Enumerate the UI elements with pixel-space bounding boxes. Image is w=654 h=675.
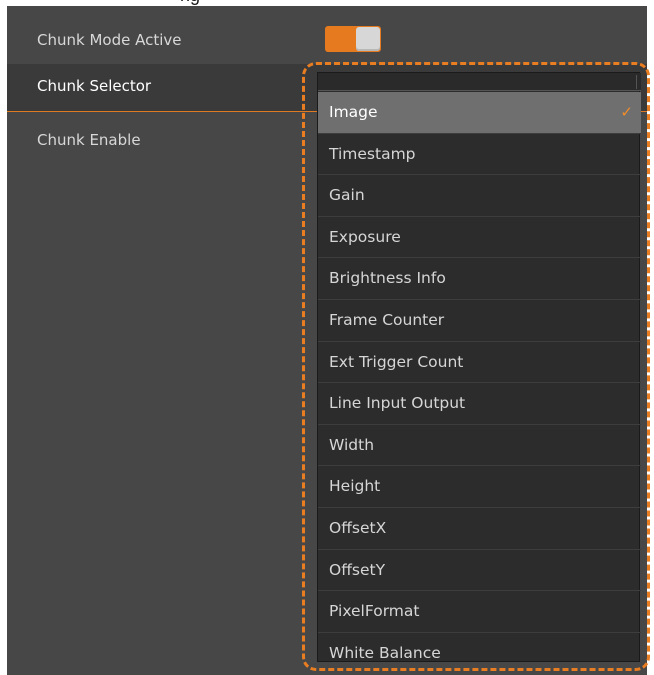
property-label-chunk-mode-active: Chunk Mode Active — [37, 31, 182, 49]
option-offsety[interactable]: OffsetY — [318, 550, 641, 592]
option-label: White Balance — [329, 643, 441, 662]
option-label: OffsetY — [329, 560, 386, 579]
chunk-mode-active-toggle[interactable] — [325, 26, 381, 52]
option-label: OffsetX — [329, 518, 387, 537]
option-label: Line Input Output — [329, 394, 466, 413]
option-brightness-info[interactable]: Brightness Info — [318, 258, 641, 300]
option-label: PixelFormat — [329, 602, 420, 621]
option-label: Ext Trigger Count — [329, 352, 464, 371]
option-exposure[interactable]: Exposure — [318, 217, 641, 259]
option-label: Gain — [329, 186, 365, 205]
toggle-knob — [356, 27, 380, 51]
checkmark-icon: ✓ — [620, 103, 633, 121]
option-white-balance[interactable]: White Balance — [318, 633, 641, 675]
chunk-selector-dropdown[interactable]: Image ✓ Timestamp Gain Exposure Brightness In… — [317, 72, 641, 662]
option-frame-counter[interactable]: Frame Counter — [318, 300, 641, 342]
option-timestamp[interactable]: Timestamp — [318, 134, 641, 176]
option-gain[interactable]: Gain — [318, 175, 641, 217]
option-label: Exposure — [329, 227, 401, 246]
option-width[interactable]: Width — [318, 425, 641, 467]
option-image[interactable]: Image ✓ — [318, 92, 641, 134]
option-pixelformat[interactable]: PixelFormat — [318, 591, 641, 633]
property-label-chunk-selector: Chunk Selector — [37, 77, 152, 95]
option-ext-trigger-count[interactable]: Ext Trigger Count — [318, 342, 641, 384]
option-label: Height — [329, 477, 381, 496]
option-height[interactable]: Height — [318, 466, 641, 508]
option-line-input-output[interactable]: Line Input Output — [318, 383, 641, 425]
option-label: Width — [329, 435, 375, 454]
option-label: Timestamp — [329, 144, 416, 163]
option-label: Frame Counter — [329, 310, 445, 329]
option-offsetx[interactable]: OffsetX — [318, 508, 641, 550]
screenshot-stage: ng Chunk Mode Active Chunk Selector Chun… — [0, 0, 654, 675]
chunk-selector-combo-head[interactable] — [318, 73, 641, 91]
option-label: Brightness Info — [329, 269, 446, 288]
chunk-selector-options-list: Image ✓ Timestamp Gain Exposure Brightness In… — [318, 92, 641, 674]
property-label-chunk-enable: Chunk Enable — [37, 131, 141, 149]
option-label: Image — [329, 103, 378, 121]
